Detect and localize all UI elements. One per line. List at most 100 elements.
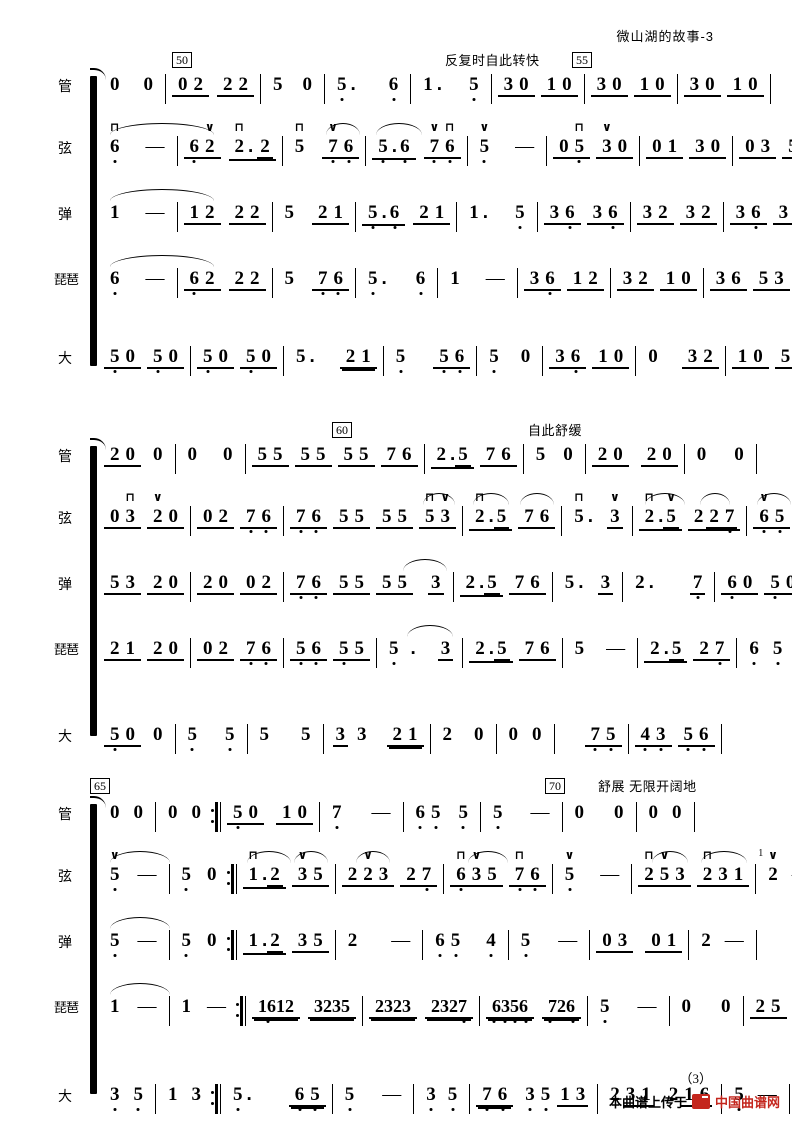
barline <box>552 864 553 894</box>
note: 6 <box>341 136 357 157</box>
measure: 0 2 7 6 <box>197 494 277 529</box>
note-group: 5 — <box>104 864 163 885</box>
note: 5 <box>336 506 352 527</box>
note: 7 <box>419 864 435 885</box>
note: 2 <box>150 572 166 593</box>
note-group: 3 <box>425 572 447 595</box>
barline <box>703 268 704 298</box>
measure: 6356 726 <box>486 984 581 1019</box>
note: 7 <box>712 638 728 659</box>
note-group: 6 — <box>104 268 171 289</box>
note-group: 0 2 <box>240 572 277 595</box>
note: 2 <box>259 572 275 593</box>
site-name: 中国曲谱网 <box>715 1092 780 1111</box>
note: 7 <box>243 638 259 659</box>
barline <box>542 346 543 376</box>
note: 5 <box>395 506 411 527</box>
bow-up-icon <box>472 849 482 861</box>
note: 0 <box>611 802 627 823</box>
note: — <box>143 136 168 157</box>
note: 3 <box>438 506 454 527</box>
note: 0 <box>645 346 661 367</box>
note: 0 <box>259 346 275 367</box>
note: 1 <box>730 74 746 95</box>
note: 5 <box>352 572 368 593</box>
note: 0 <box>131 802 147 823</box>
note-group: 2 . 2 <box>229 136 276 161</box>
barline <box>383 346 384 376</box>
note: 2327 <box>428 996 470 1017</box>
note: 6 <box>452 346 468 367</box>
note-group: 5 0 <box>176 864 223 885</box>
measure: 5 0 <box>176 852 223 885</box>
note: 0 <box>300 74 316 95</box>
barline <box>169 930 170 960</box>
note-group: 2 2 <box>217 74 254 97</box>
augmentation-dot: . <box>436 74 442 96</box>
measure: 6 5 5 <box>410 790 475 823</box>
note: 0 <box>185 444 201 465</box>
note-group: 3 5 <box>292 864 329 887</box>
bow-down-icon <box>515 849 525 861</box>
note: 3 <box>683 202 699 223</box>
note: 5 <box>428 802 444 823</box>
repeat-barline <box>211 802 223 832</box>
note: 2 <box>343 346 359 367</box>
note: 5 <box>179 864 195 885</box>
note: 5 <box>310 864 326 885</box>
note-group: 5 5 <box>333 506 370 529</box>
note: 1 <box>405 724 421 745</box>
note-group: 3 5 <box>420 1084 463 1105</box>
measure: 0 0 <box>676 984 737 1017</box>
note-group: 2 0 <box>104 444 141 467</box>
barline <box>610 268 611 298</box>
note: 0 <box>750 346 766 367</box>
note-group: 5 — <box>569 638 632 659</box>
note-group: 5 5 <box>182 724 241 745</box>
measure: 2 . 5 2 7 <box>644 626 730 663</box>
note: 5 <box>365 268 381 289</box>
note: 3 <box>573 1084 589 1107</box>
barline <box>637 638 638 668</box>
slur <box>652 851 688 863</box>
note-group: 7 6 <box>509 572 546 595</box>
note: 3 <box>620 268 636 289</box>
note-group: 5 3 <box>419 506 456 529</box>
note: — <box>135 930 160 951</box>
bow-down-icon <box>575 121 585 133</box>
measure: 2 0 0 <box>104 432 169 467</box>
note-group: 3 6 <box>773 202 792 225</box>
note-group: 1 — <box>104 996 163 1017</box>
measure: 5 0 0 <box>104 712 169 747</box>
barline <box>585 444 586 474</box>
measure: 7 5 <box>561 712 622 747</box>
staff-pluck: 弹 5 3 2 0 2 0 <box>60 560 732 626</box>
note-group: 6 — <box>104 136 171 157</box>
note: 0 <box>740 572 756 593</box>
measure: 3 2 3 2 <box>637 190 717 225</box>
note: 0 <box>295 802 311 823</box>
note-group: 2 7 <box>693 638 730 661</box>
note: 0 <box>572 802 588 823</box>
note: 6 <box>562 202 578 223</box>
note-group: 2 1 <box>387 724 424 747</box>
note: 2 <box>696 638 712 659</box>
note: 3 <box>758 136 774 157</box>
note: — <box>143 268 168 289</box>
note: 0 <box>708 136 724 157</box>
note-group: 5 . 6 <box>331 74 404 96</box>
measure: 1 0 5 3 <box>732 334 792 369</box>
note: 0 <box>166 572 182 593</box>
bow-down-icon <box>110 121 120 133</box>
note-group: 2 2 <box>229 268 266 291</box>
measure: 5 5 <box>254 712 317 745</box>
note: 7 <box>722 506 738 529</box>
slur <box>376 123 422 135</box>
note: 5 <box>270 74 286 95</box>
measure: 5 7 6 <box>289 124 360 159</box>
note-group: 3 6 <box>524 268 561 291</box>
note: 5 <box>282 268 298 289</box>
note: 0 <box>556 136 572 157</box>
note: 6 <box>756 506 772 527</box>
bow-up-icon <box>205 121 215 133</box>
